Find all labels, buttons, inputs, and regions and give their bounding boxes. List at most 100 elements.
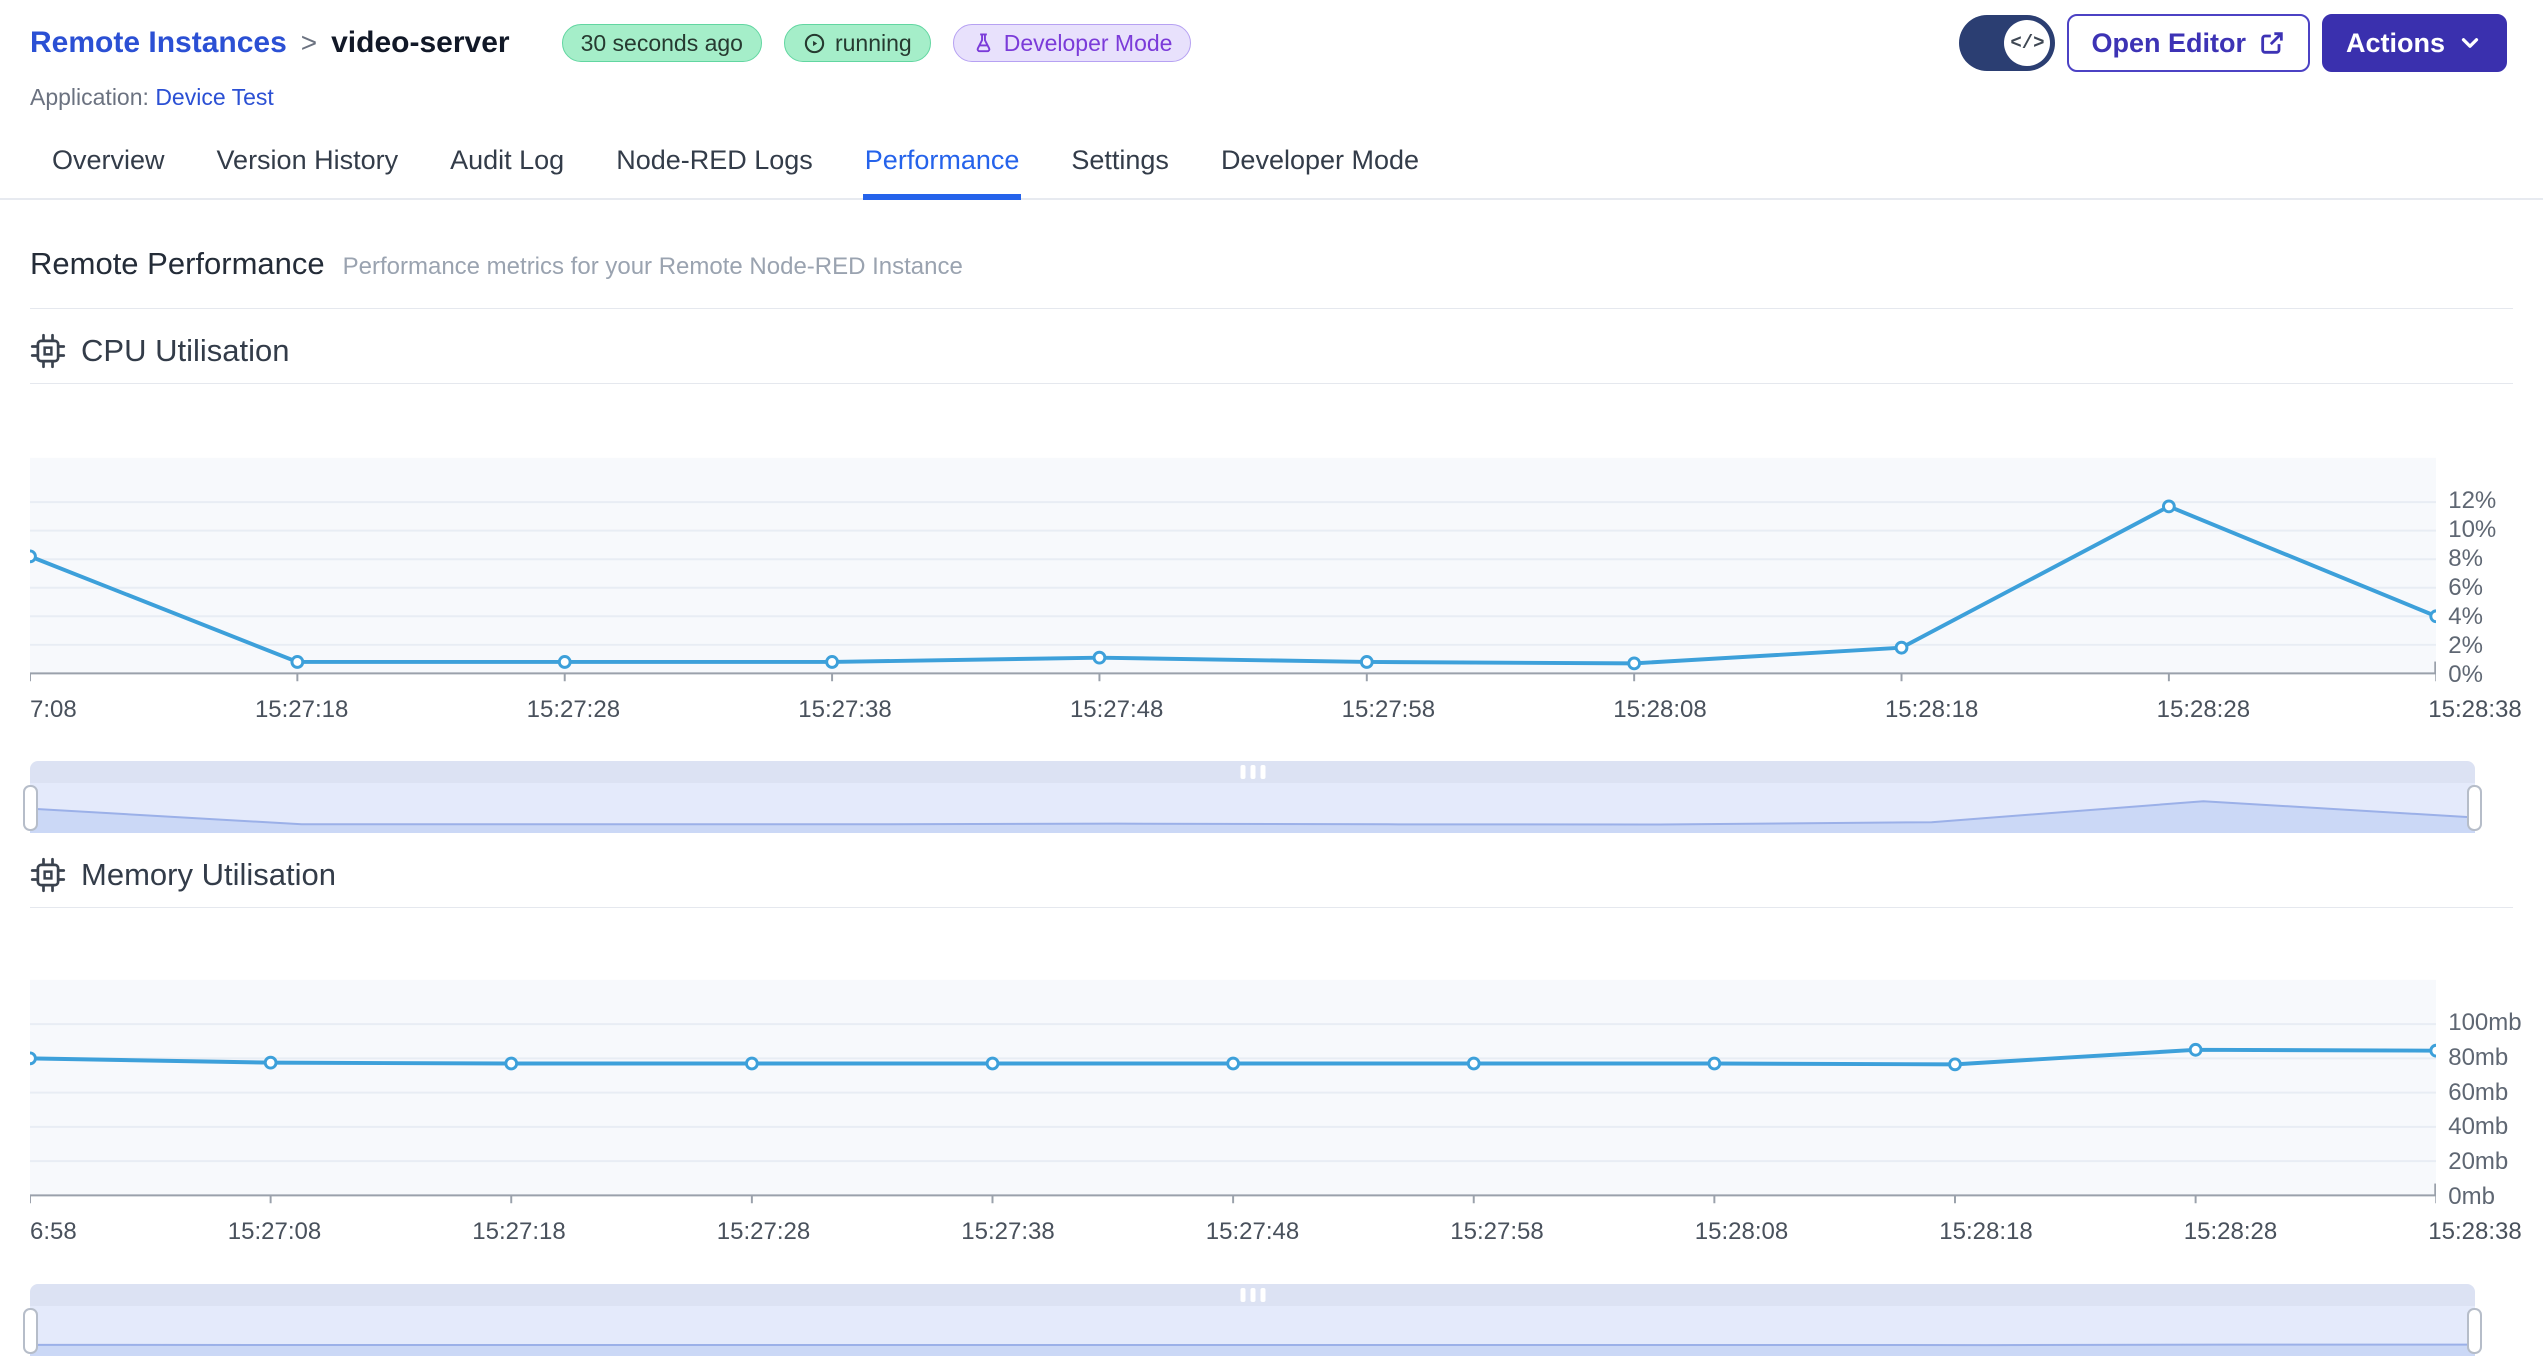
cpu-x-tick-label: 15:28:28 <box>2156 696 2251 723</box>
cpu-x-tick-label: 15:27:48 <box>1069 696 1164 723</box>
play-circle-icon <box>804 33 825 53</box>
developer-mode-badge: Developer Mode <box>952 24 1192 62</box>
cpu-y-tick-label: 6% <box>2448 574 2483 601</box>
cpu-chip-icon <box>30 333 66 369</box>
memory-y-tick-label: 40mb <box>2448 1113 2509 1141</box>
memory-brush-handle-left[interactable] <box>23 1308 38 1354</box>
open-editor-label: Open Editor <box>2091 27 2246 58</box>
cpu-minimap-chart <box>30 800 2475 833</box>
cpu-x-tick-label: 7:08 <box>30 696 77 723</box>
cpu-section-head: CPU Utilisation <box>30 325 2513 384</box>
memory-x-tick-label: 15:27:18 <box>472 1218 566 1245</box>
cpu-x-tick-label: 15:27:58 <box>1341 696 1436 723</box>
memory-section-head: Memory Utilisation <box>30 849 2513 908</box>
page-head: Remote Performance Performance metrics f… <box>30 246 2513 309</box>
cpu-brush-minimap[interactable] <box>23 783 2482 833</box>
cpu-x-tick-label: 15:27:28 <box>526 696 621 723</box>
breadcrumb-separator: > <box>300 27 318 58</box>
breadcrumb-remote-instances-link[interactable]: Remote Instances <box>30 26 287 60</box>
memory-y-tick-label: 100mb <box>2448 1009 2522 1036</box>
tab-bar: Overview Version History Audit Log Node-… <box>0 137 2543 200</box>
instance-name: video-server <box>331 26 510 59</box>
memory-y-axis: 100mb 80mb 60mb 40mb 20mb 0mb <box>2436 978 2521 1210</box>
application-row: Application: Device Test <box>30 84 2507 111</box>
tab-overview[interactable]: Overview <box>50 137 167 198</box>
cpu-brush-handle-left[interactable] <box>23 785 38 831</box>
memory-x-tick-label: 15:27:28 <box>716 1218 811 1245</box>
cpu-y-tick-label: 0% <box>2448 661 2483 688</box>
tab-performance[interactable]: Performance <box>862 137 1022 200</box>
running-status-badge: running <box>783 24 931 62</box>
memory-section: Memory Utilisation 100mb 80mb 60mb 40mb 20mb… <box>23 849 2522 1356</box>
cpu-section-title: CPU Utilisation <box>81 333 290 368</box>
external-link-icon <box>2261 32 2283 54</box>
tab-audit-log[interactable]: Audit Log <box>448 137 566 198</box>
last-seen-badge: 30 seconds ago <box>561 24 762 62</box>
memory-minimap-chart <box>30 1343 2475 1356</box>
memory-x-tick-label: 15:27:58 <box>1450 1218 1544 1245</box>
memory-y-tick-label: 0mb <box>2448 1183 2495 1210</box>
page-title: Remote Performance <box>30 246 325 281</box>
cpu-x-tick-label: 15:28:08 <box>1613 696 1707 723</box>
cpu-y-tick-label: 4% <box>2448 603 2483 630</box>
memory-x-tick-label: 15:28:28 <box>2183 1218 2278 1245</box>
cpu-y-axis: 12% 10% 8% 6% 4% 2% 0% <box>2436 456 2513 688</box>
last-seen-label: 30 seconds ago <box>580 29 743 56</box>
memory-x-tick-label: 6:58 <box>30 1218 77 1245</box>
memory-chart: 100mb 80mb 60mb 40mb 20mb 0mb 6:58 15:27:08 15:… <box>23 978 2522 1356</box>
developer-mode-label: Developer Mode <box>1003 29 1173 56</box>
memory-x-tick-label: 15:27:48 <box>1205 1218 1300 1245</box>
memory-x-tick-label: 15:28:38 <box>2428 1218 2522 1245</box>
application-link[interactable]: Device Test <box>155 84 273 110</box>
cpu-x-tick-label: 15:27:18 <box>254 696 349 723</box>
chevron-down-icon <box>2461 38 2479 48</box>
memory-chip-icon <box>30 857 66 893</box>
memory-x-tick-label: 15:27:08 <box>227 1218 322 1245</box>
main-content: Remote Performance Performance metrics f… <box>0 246 2543 1356</box>
memory-range-selector <box>23 1284 2482 1356</box>
cpu-line-chart <box>30 457 2437 682</box>
memory-y-tick-label: 20mb <box>2448 1148 2509 1176</box>
cpu-brush-track[interactable] <box>30 761 2475 783</box>
memory-x-tick-label: 15:28:08 <box>1694 1218 1789 1245</box>
memory-line-chart <box>30 979 2437 1204</box>
tab-version-history[interactable]: Version History <box>215 137 401 198</box>
memory-x-axis: 6:58 15:27:08 15:27:18 15:27:28 15:27:38 15:2… <box>30 1212 2522 1248</box>
memory-y-tick-label: 60mb <box>2448 1078 2509 1106</box>
tab-developer-mode[interactable]: Developer Mode <box>1219 137 1421 198</box>
cpu-y-tick-label: 10% <box>2448 516 2497 543</box>
memory-brush-minimap[interactable] <box>23 1306 2482 1356</box>
actions-label: Actions <box>2345 27 2445 58</box>
cpu-x-tick-label: 15:28:38 <box>2428 696 2522 723</box>
memory-brush-handle-right[interactable] <box>2467 1308 2482 1354</box>
running-status-label: running <box>834 29 912 56</box>
drag-grip-icon[interactable] <box>1240 1288 1265 1302</box>
memory-section-title: Memory Utilisation <box>81 857 336 892</box>
cpu-brush-handle-right[interactable] <box>2467 785 2482 831</box>
open-editor-button[interactable]: Open Editor <box>2067 14 2310 72</box>
actions-button[interactable]: Actions <box>2321 14 2507 72</box>
drag-grip-icon[interactable] <box>1240 765 1265 779</box>
cpu-y-tick-label: 12% <box>2448 487 2497 514</box>
cpu-chart: 12% 10% 8% 6% 4% 2% 0% 7:08 15:27:18 15:27:28 15:… <box>23 456 2522 833</box>
cpu-x-tick-label: 15:28:18 <box>1884 696 1979 723</box>
cpu-section: CPU Utilisation 12% 10% 8% 6% 4% 2% 0% 7:08 15:… <box>23 325 2522 833</box>
code-icon: </> <box>2004 20 2051 66</box>
page-subtitle: Performance metrics for your Remote Node… <box>342 253 963 280</box>
developer-mode-toggle[interactable]: </> <box>1959 15 2056 71</box>
status-badges: 30 seconds ago running Developer Mode <box>561 24 1192 62</box>
tab-settings[interactable]: Settings <box>1069 137 1171 198</box>
memory-x-tick-label: 15:28:18 <box>1939 1218 2033 1245</box>
memory-y-tick-label: 80mb <box>2448 1043 2509 1071</box>
memory-brush-track[interactable] <box>30 1284 2475 1306</box>
flask-icon <box>976 32 990 52</box>
cpu-y-tick-label: 8% <box>2448 545 2483 572</box>
application-label: Application: <box>30 84 149 110</box>
tab-node-red-logs[interactable]: Node-RED Logs <box>614 137 815 198</box>
cpu-x-axis: 7:08 15:27:18 15:27:28 15:27:38 15:27:48 15:2… <box>30 690 2522 726</box>
header: Remote Instances > video-server 30 secon… <box>0 0 2543 111</box>
memory-x-tick-label: 15:27:38 <box>961 1218 1055 1245</box>
breadcrumb: Remote Instances > video-server <box>30 26 510 60</box>
cpu-y-tick-label: 2% <box>2448 632 2483 659</box>
cpu-x-tick-label: 15:27:38 <box>798 696 892 723</box>
